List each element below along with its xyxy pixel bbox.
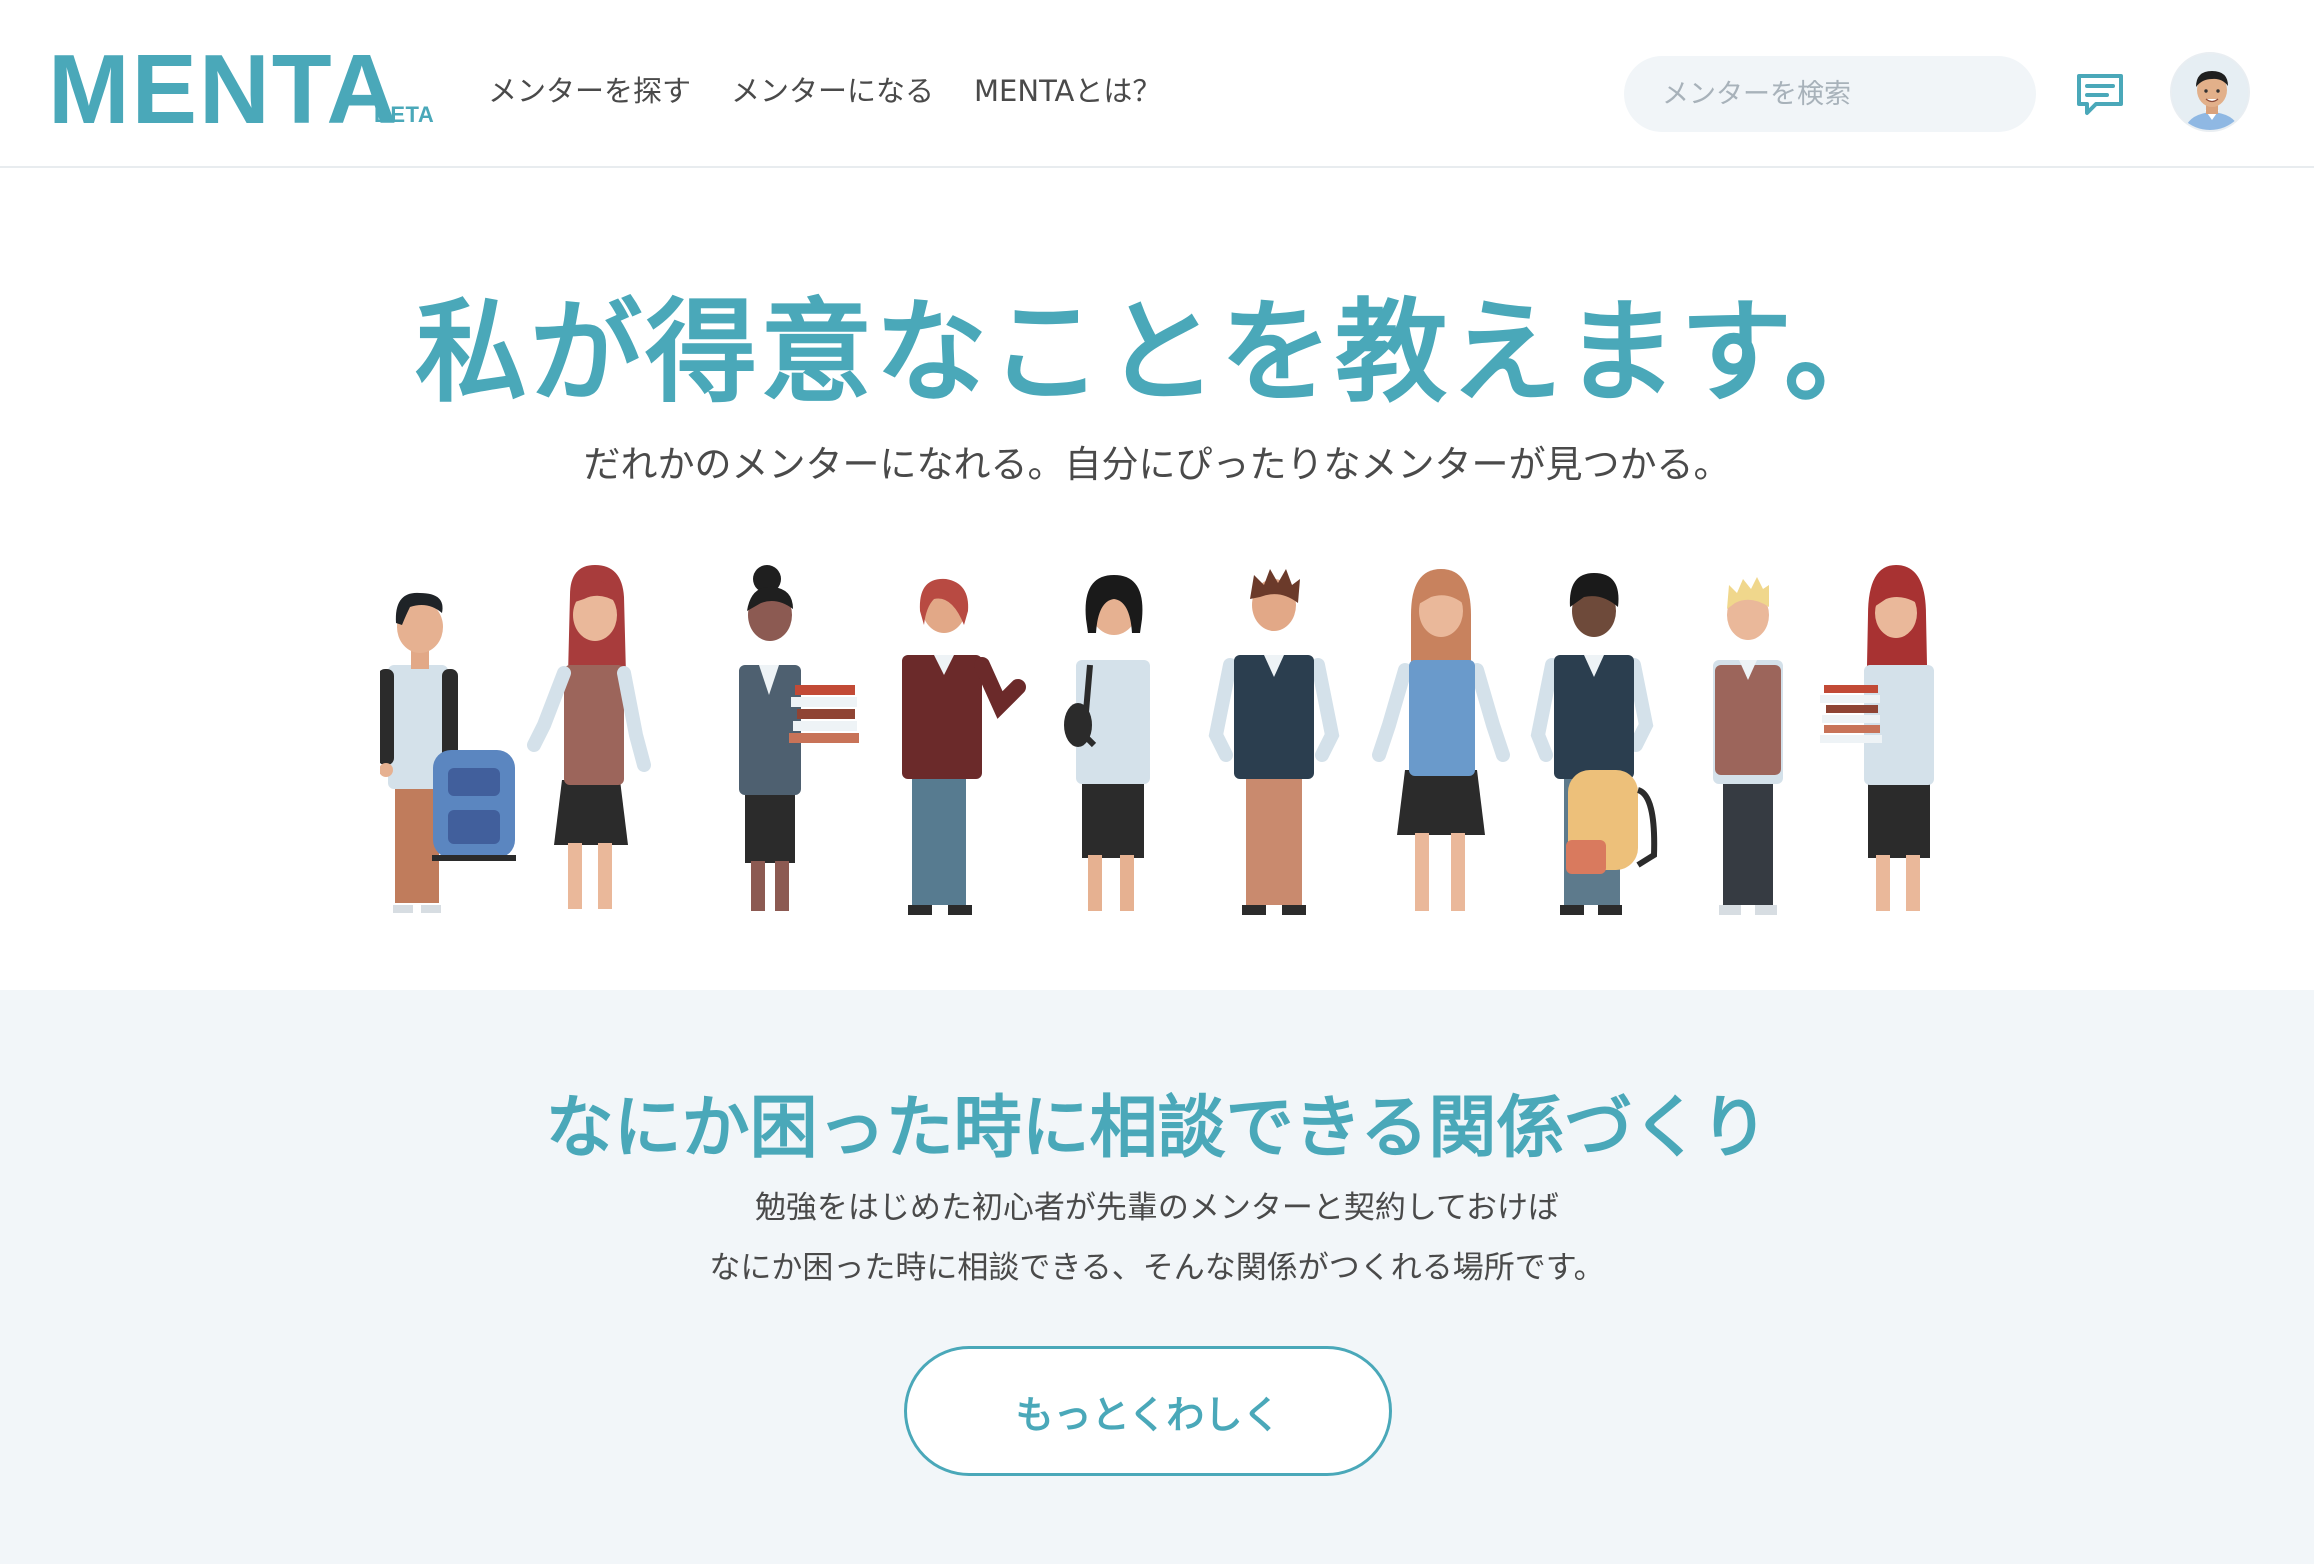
hero-title: 私が得意なことを教えます。 <box>415 288 1899 418</box>
person-man-bag <box>1530 573 1658 915</box>
mentor-search-input[interactable] <box>1624 56 2036 132</box>
nav-about-menta[interactable]: MENTAとは？ <box>974 68 1161 110</box>
hero-subtitle: だれかのメンターになれる。自分にぴったりなメンターが見つかる。 <box>583 443 1731 486</box>
site-header: MENTA BETA メンターを探す メンターになる MENTAとは？ <box>0 0 2314 168</box>
nav-become-mentor[interactable]: メンターになる <box>731 68 934 110</box>
people-illustration <box>380 565 1934 915</box>
section-title: なにか困った時に相談できる関係づくり <box>545 1089 1769 1168</box>
user-avatar[interactable] <box>2170 52 2250 132</box>
person-girl-redhair <box>527 565 651 909</box>
person-man-sweater <box>902 578 1026 915</box>
beta-badge: BETA <box>374 102 435 127</box>
learn-more-button[interactable]: もっとくわしく <box>904 1346 1392 1476</box>
messages-button[interactable] <box>2074 70 2126 122</box>
person-girl-bob <box>1064 575 1150 911</box>
person-boy-backpack <box>380 592 516 913</box>
user-photo <box>2172 54 2248 130</box>
about-section: なにか困った時に相談できる関係づくり 勉強をはじめた初心者が先輩のメンターと契約… <box>0 990 2314 1564</box>
main-nav: メンターを探す メンターになる MENTAとは？ <box>488 68 1161 110</box>
section-description-line-1: 勉強をはじめた初心者が先輩のメンターと契約しておけば <box>754 1190 1560 1226</box>
person-girl-books <box>1820 565 1934 911</box>
person-woman-vest <box>1372 569 1510 911</box>
menta-logo[interactable]: MENTA BETA <box>48 40 434 138</box>
person-woman-books <box>739 565 859 911</box>
logo-text: MENTA <box>48 34 400 144</box>
chat-icon <box>2077 74 2123 115</box>
person-man-blond <box>1713 577 1783 915</box>
nav-find-mentor[interactable]: メンターを探す <box>488 68 691 110</box>
section-description-line-2: なにか困った時に相談できる、そんな関係がつくれる場所です。 <box>709 1250 1605 1286</box>
person-man-vest <box>1208 569 1340 915</box>
